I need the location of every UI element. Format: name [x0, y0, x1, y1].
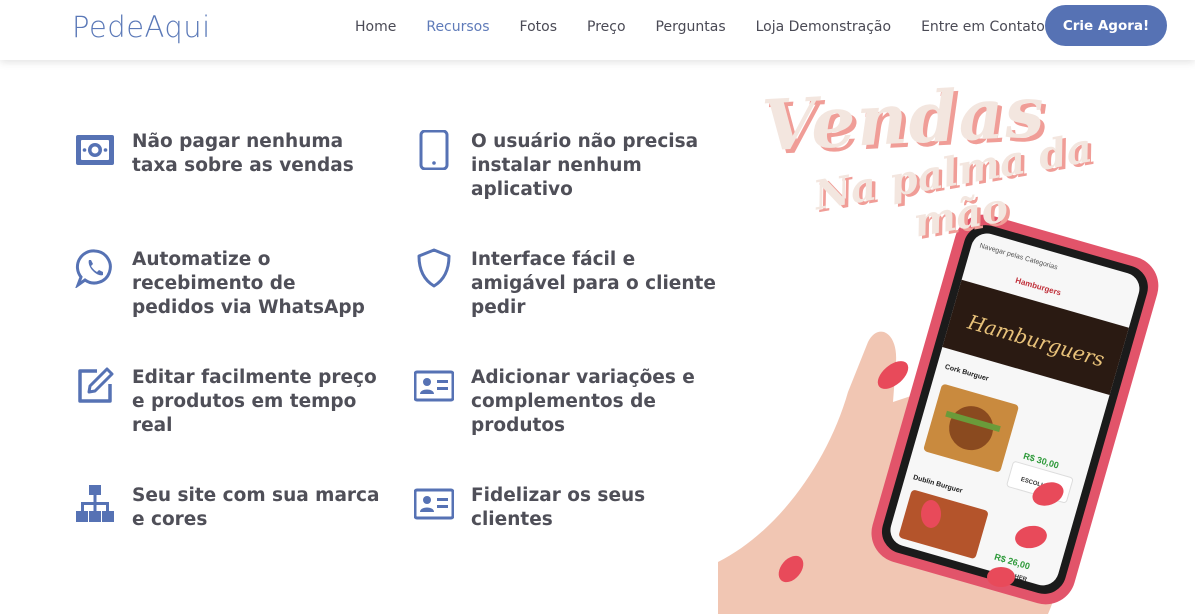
money-icon	[75, 130, 115, 170]
feature-text: Automatize o recebimento de pedidos via …	[132, 249, 365, 318]
id-card-icon	[413, 366, 455, 406]
feature-text: O usuário não precisa instalar nenhum ap…	[471, 131, 699, 200]
nav-link-perguntas[interactable]: Perguntas	[656, 19, 726, 35]
feature-text: Editar facilmente preço e produtos em te…	[132, 367, 377, 436]
fingernail	[921, 500, 941, 528]
nav-link-contato[interactable]: Entre em Contato	[921, 19, 1045, 35]
sitemap-icon	[75, 484, 115, 524]
nav-link-fotos[interactable]: Fotos	[520, 19, 557, 35]
nav-link-recursos[interactable]: Recursos	[426, 19, 489, 35]
feature-text: Fidelizar os seus clientes	[471, 485, 646, 530]
mobile-icon	[414, 129, 454, 171]
id-card-icon	[413, 484, 455, 524]
nav-menu: Home Recursos Fotos Preço Perguntas Loja…	[355, 19, 1075, 35]
edit-icon	[75, 366, 115, 406]
whatsapp-icon	[74, 248, 115, 290]
fingernail	[987, 567, 1015, 587]
nav-link-preco[interactable]: Preço	[587, 19, 626, 35]
feature-text: Não pagar nenhuma taxa sobre as vendas	[132, 131, 354, 176]
nav-link-loja-demonstracao[interactable]: Loja Demonstração	[756, 19, 891, 35]
feature-text: Seu site com sua marca e cores	[132, 485, 380, 530]
feature-text: Interface fácil e amigável para o client…	[471, 249, 716, 318]
feature-text: Adicionar variações e complementos de pr…	[471, 367, 695, 436]
top-navbar: PedeAqui Home Recursos Fotos Preço Pergu…	[0, 0, 1195, 60]
crie-agora-button[interactable]: Crie Agora!	[1045, 5, 1167, 46]
shield-icon	[414, 248, 454, 288]
nav-link-home[interactable]: Home	[355, 19, 396, 35]
site-logo[interactable]: PedeAqui	[72, 10, 211, 44]
